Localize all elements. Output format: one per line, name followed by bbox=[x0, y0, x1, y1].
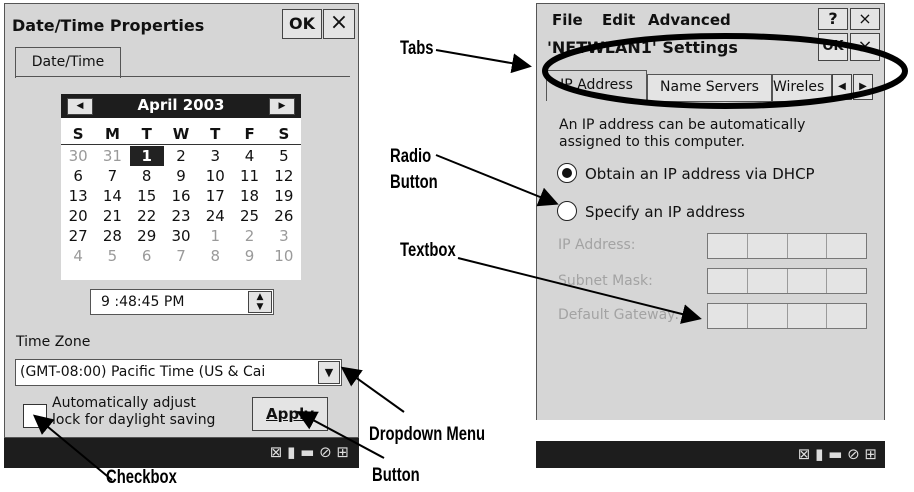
tabs-arrow bbox=[435, 49, 532, 74]
tabs-annotation: Tabs bbox=[400, 38, 434, 59]
annotation-arrows bbox=[32, 33, 908, 481]
textbox-arrow bbox=[457, 257, 702, 324]
radio-annotation-line1: Radio bbox=[390, 146, 432, 167]
radio-annotation-line2: Button bbox=[390, 172, 438, 193]
dropdown-arrow bbox=[340, 366, 405, 413]
checkbox-arrow bbox=[32, 414, 113, 481]
textbox-annotation: Textbox bbox=[400, 240, 456, 261]
button-annotation: Button bbox=[372, 465, 420, 486]
dropdown-annotation: Dropdown Menu bbox=[369, 424, 486, 445]
tabs-highlight-ellipse bbox=[542, 33, 908, 109]
checkbox-annotation: Checkbox bbox=[106, 467, 177, 488]
radio-arrow bbox=[435, 154, 559, 207]
